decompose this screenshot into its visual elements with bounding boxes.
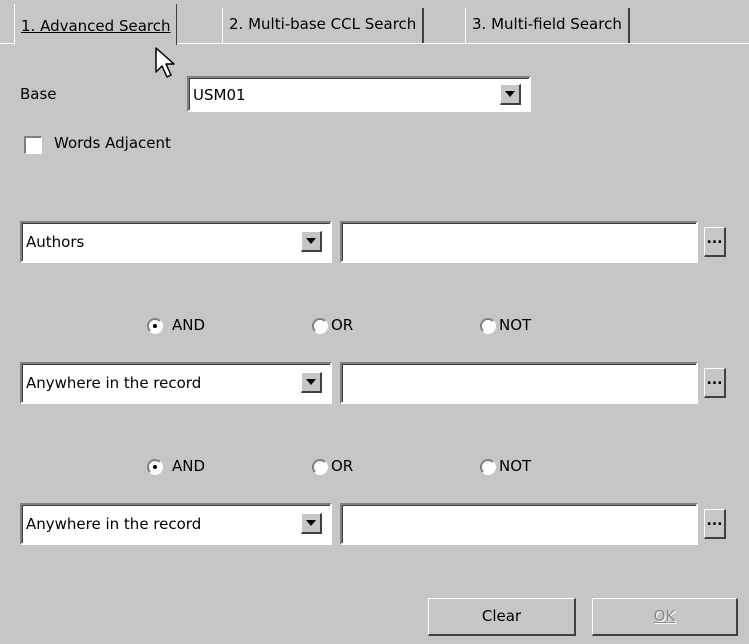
tab-multi-field-search[interactable]: 3. Multi-field Search — [465, 8, 630, 43]
field-select-2[interactable]: Anywhere in the record — [20, 362, 332, 404]
base-select-dropdown-button[interactable] — [500, 84, 521, 105]
base-label: Base — [20, 85, 57, 103]
tab-advanced-search[interactable]: 1. Advanced Search — [14, 4, 178, 45]
operator-1-or-radio[interactable] — [312, 318, 328, 334]
operator-2-or-label: OR — [331, 457, 354, 475]
field-select-1-value: Authors — [26, 233, 85, 251]
field-select-2-dropdown-button[interactable] — [301, 372, 322, 393]
tab-multi-field-search-label: 3. Multi-field Search — [472, 15, 622, 33]
operator-2-or-radio[interactable] — [312, 459, 328, 475]
operator-1-and-label: AND — [172, 316, 206, 334]
operator-2-not-label: NOT — [499, 457, 532, 475]
clear-button-label: Clear — [481, 607, 522, 625]
operator-1-and-radio[interactable] — [147, 318, 163, 334]
field-select-3-dropdown-button[interactable] — [301, 513, 322, 534]
browse-button-3[interactable]: ... — [704, 509, 726, 539]
search-term-input-1[interactable] — [340, 221, 698, 263]
ok-button-label: OK — [653, 607, 676, 625]
operator-2-and-label: AND — [172, 457, 206, 475]
field-select-2-value: Anywhere in the record — [26, 374, 202, 392]
clear-button[interactable]: Clear — [428, 598, 576, 636]
operator-2-and-radio[interactable] — [147, 459, 163, 475]
base-select-value: USM01 — [193, 86, 246, 104]
operator-2-not-radio[interactable] — [480, 459, 496, 475]
tab-advanced-search-label: 1. Advanced Search — [21, 17, 171, 35]
operator-1-or-label: OR — [331, 316, 354, 334]
tab-multi-base-ccl-search-label: 2. Multi-base CCL Search — [229, 15, 417, 33]
browse-button-1[interactable]: ... — [704, 227, 726, 257]
operator-1-not-radio[interactable] — [480, 318, 496, 334]
search-term-input-2[interactable] — [340, 362, 698, 404]
ok-button[interactable]: OK — [592, 598, 738, 636]
search-term-input-3[interactable] — [340, 503, 698, 545]
field-select-3-value: Anywhere in the record — [26, 515, 202, 533]
field-select-1[interactable]: Authors — [20, 221, 332, 263]
browse-button-2[interactable]: ... — [704, 368, 726, 398]
base-select[interactable]: USM01 — [187, 76, 531, 112]
words-adjacent-checkbox[interactable] — [24, 136, 42, 154]
words-adjacent-label: Words Adjacent — [54, 134, 171, 152]
mouse-pointer-icon — [155, 47, 175, 78]
field-select-3[interactable]: Anywhere in the record — [20, 503, 332, 545]
operator-1-not-label: NOT — [499, 316, 532, 334]
field-select-1-dropdown-button[interactable] — [301, 231, 322, 252]
tab-multi-base-ccl-search[interactable]: 2. Multi-base CCL Search — [222, 8, 425, 43]
